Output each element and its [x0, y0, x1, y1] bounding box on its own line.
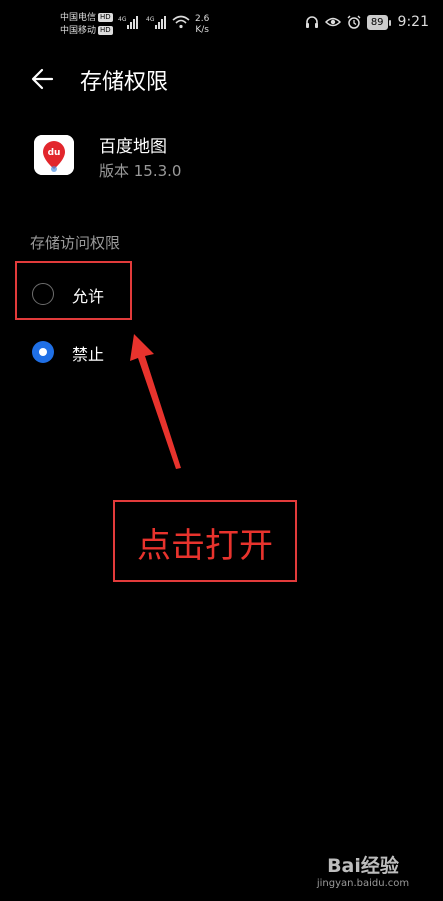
signal-icon: 4G	[146, 16, 166, 29]
carrier-2: 中国移动	[60, 26, 97, 36]
eye-icon	[324, 17, 341, 27]
hd-badge: HD	[98, 26, 113, 35]
page-title: 存储权限	[80, 70, 169, 95]
annotation-callout: 点击打开	[113, 500, 297, 582]
status-bar: 中国电信 HD 中国移动 HD 4G 4G 2.6 K/s 89 9:21	[0, 0, 443, 48]
net-4g-label: 4G	[146, 16, 155, 23]
app-name: 百度地图	[99, 137, 167, 157]
app-icon-label: du	[48, 148, 61, 158]
alarm-icon	[347, 15, 361, 29]
net-4g-label: 4G	[118, 16, 127, 23]
app-info: du 百度地图 版本 15.3.0	[34, 132, 414, 182]
annotation-highlight-box	[15, 261, 132, 320]
signal-icon: 4G	[118, 16, 138, 29]
watermark: Bai经验 jingyan.baidu.com	[308, 851, 418, 889]
section-label: 存储访问权限	[30, 234, 121, 252]
watermark-url: jingyan.baidu.com	[316, 878, 410, 889]
back-arrow-icon[interactable]	[30, 66, 56, 92]
carrier-info: 中国电信 HD 中国移动 HD	[60, 12, 113, 38]
baidu-map-app-icon: du	[34, 135, 74, 175]
carrier-1: 中国电信	[60, 13, 97, 23]
status-right: 89 9:21	[305, 14, 429, 30]
watermark-logo: Bai经验	[327, 855, 399, 877]
option-deny-label: 禁止	[72, 345, 105, 364]
page-header: 存储权限	[0, 56, 443, 104]
net-speed: 2.6 K/s	[195, 14, 210, 35]
headset-icon	[305, 16, 318, 28]
clock: 9:21	[397, 14, 429, 30]
radio-deny[interactable]	[32, 341, 54, 363]
battery-indicator: 89	[366, 14, 391, 30]
hd-badge: HD	[98, 13, 113, 22]
option-deny[interactable]: 禁止	[30, 338, 230, 368]
app-version: 版本 15.3.0	[99, 162, 182, 180]
annotation-text: 点击打开	[137, 526, 273, 566]
wifi-icon	[172, 15, 190, 29]
